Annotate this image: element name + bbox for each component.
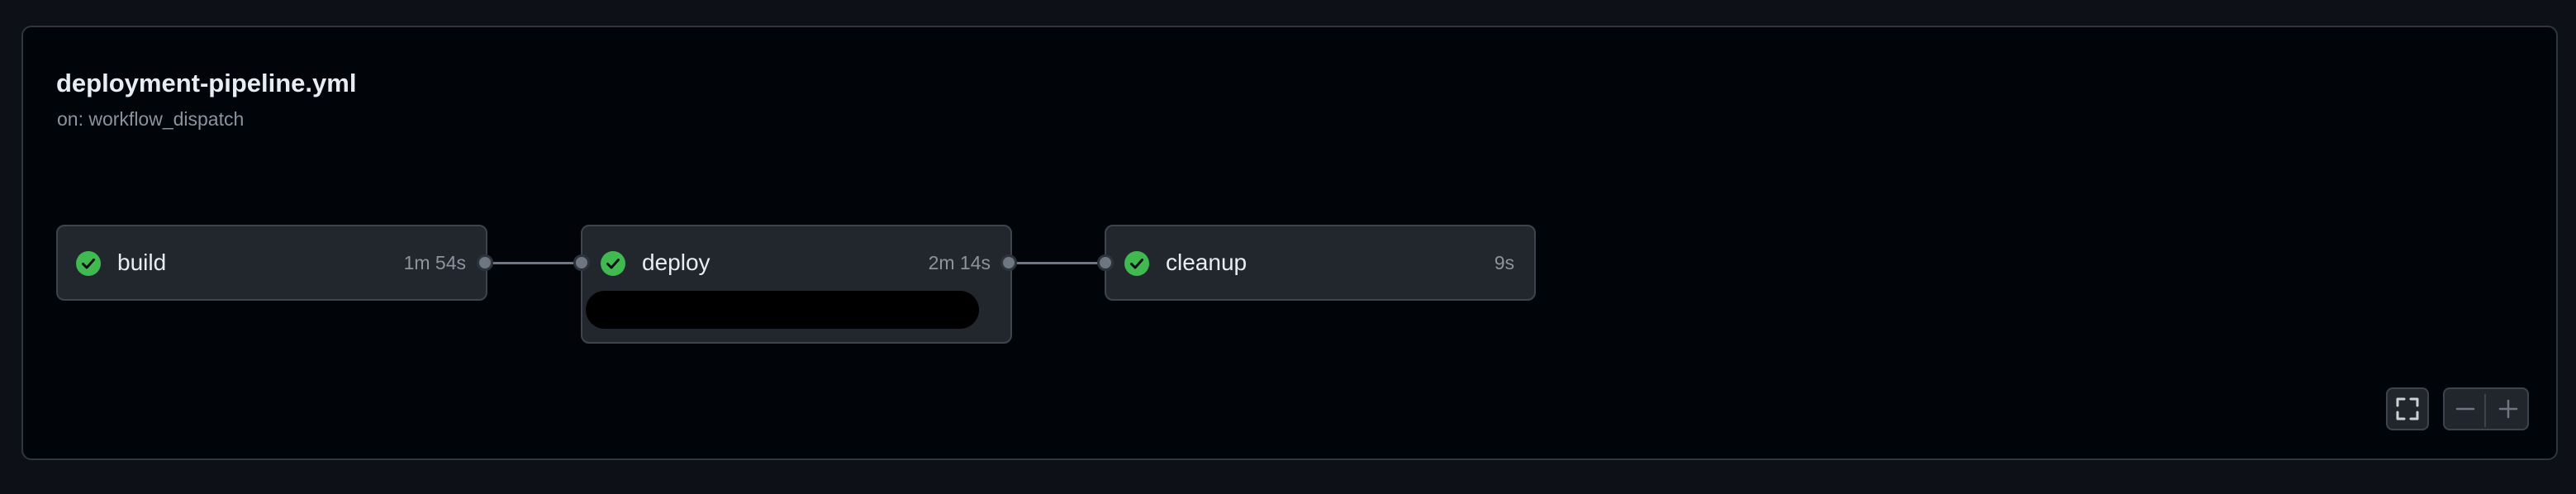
job-duration: 2m 14s [928, 252, 991, 273]
zoom-in-button[interactable] [2488, 389, 2529, 429]
job-build[interactable]: build 1m 54s [56, 225, 487, 301]
job-deploy[interactable]: deploy 2m 14s [581, 225, 1012, 344]
fullscreen-icon [2396, 397, 2419, 420]
check-circle-icon [76, 251, 101, 276]
connector-deploy-cleanup [1012, 262, 1110, 264]
zoom-controls [2443, 387, 2529, 430]
zoom-divider [2484, 394, 2486, 427]
check-circle-icon [601, 251, 625, 276]
job-header: cleanup 9s [1106, 226, 1534, 299]
zoom-out-button[interactable] [2445, 389, 2486, 429]
job-build-output-port [477, 254, 493, 271]
job-deploy-output-port [1000, 254, 1017, 271]
job-cleanup[interactable]: cleanup 9s [1105, 225, 1536, 301]
fullscreen-button[interactable] [2386, 387, 2429, 430]
job-header: deploy 2m 14s [582, 226, 1010, 299]
minus-icon [2455, 407, 2475, 411]
job-duration: 9s [1494, 252, 1514, 273]
plus-icon [2498, 399, 2518, 419]
job-name: deploy [642, 249, 711, 275]
job-cleanup-input-port [1097, 254, 1114, 271]
job-header: build 1m 54s [58, 226, 486, 299]
workflow-title: deployment-pipeline.yml [56, 69, 357, 97]
job-name: build [117, 249, 167, 275]
redacted-step-area [586, 291, 979, 329]
workflow-trigger: on: workflow_dispatch [57, 108, 245, 130]
job-deploy-input-port [573, 254, 590, 271]
check-circle-icon [1124, 251, 1149, 276]
connector-build-deploy [488, 262, 586, 264]
job-name: cleanup [1166, 249, 1248, 275]
workflow-graph-panel: deployment-pipeline.yml on: workflow_dis… [21, 26, 2558, 460]
job-duration: 1m 54s [403, 252, 466, 273]
